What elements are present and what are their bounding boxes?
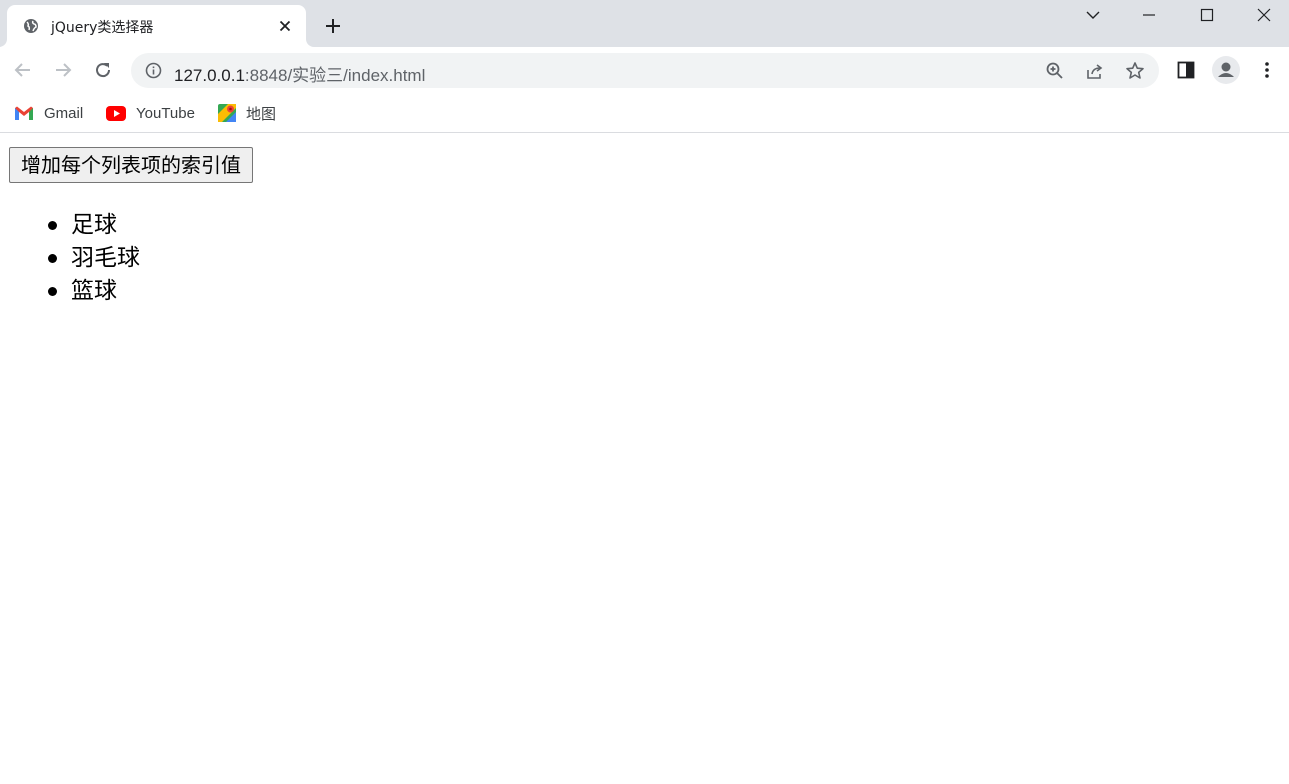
new-tab-plus-icon[interactable] bbox=[322, 15, 344, 37]
site-info-icon[interactable] bbox=[145, 62, 162, 79]
globe-icon bbox=[24, 19, 38, 33]
bookmark-star-icon[interactable] bbox=[1124, 60, 1146, 82]
list-item: 篮球 bbox=[48, 275, 140, 308]
url-path: :8848/实验三/index.html bbox=[244, 66, 426, 85]
list-bullet bbox=[48, 254, 57, 263]
reload-icon[interactable] bbox=[91, 58, 115, 82]
page-content: 增加每个列表项的索引值 足球 羽毛球 篮球 bbox=[0, 134, 1289, 784]
list-item-text: 足球 bbox=[71, 212, 117, 238]
bookmark-label: Gmail bbox=[44, 104, 84, 122]
bookmark-youtube[interactable]: YouTube bbox=[106, 101, 195, 125]
gmail-icon bbox=[15, 106, 33, 120]
url-text[interactable]: 127.0.0.1:8848/实验三/index.html bbox=[174, 61, 425, 86]
list-item-text: 篮球 bbox=[71, 278, 117, 304]
bookmarks-bar: Gmail YouTube 地图 bbox=[0, 93, 1289, 133]
bookmark-label: YouTube bbox=[136, 104, 195, 122]
url-host: 127.0.0.1 bbox=[174, 66, 245, 85]
minimize-window-icon[interactable] bbox=[1120, 0, 1178, 30]
browser-tab[interactable]: jQuery类选择器 bbox=[7, 5, 306, 47]
browser-toolbar: 127.0.0.1:8848/实验三/index.html bbox=[0, 47, 1289, 93]
youtube-icon bbox=[106, 105, 126, 121]
close-tab-icon[interactable] bbox=[277, 18, 293, 34]
bookmark-label: 地图 bbox=[246, 105, 277, 123]
more-vert-menu-icon[interactable] bbox=[1255, 58, 1279, 82]
side-panel-icon[interactable] bbox=[1174, 58, 1198, 82]
sports-list: 足球 羽毛球 篮球 bbox=[48, 209, 140, 308]
close-window-icon[interactable] bbox=[1235, 0, 1289, 30]
tab-search-chevron-down-icon[interactable] bbox=[1064, 0, 1122, 30]
zoom-in-icon[interactable] bbox=[1044, 60, 1066, 82]
bookmark-maps[interactable]: 地图 bbox=[218, 101, 276, 125]
add-index-button[interactable]: 增加每个列表项的索引值 bbox=[9, 147, 253, 183]
back-arrow-icon[interactable] bbox=[11, 58, 35, 82]
list-item-text: 羽毛球 bbox=[71, 245, 140, 271]
bookmark-gmail[interactable]: Gmail bbox=[14, 101, 83, 125]
list-item: 羽毛球 bbox=[48, 242, 140, 275]
maximize-window-icon[interactable] bbox=[1178, 0, 1236, 30]
forward-arrow-icon[interactable] bbox=[51, 58, 75, 82]
address-bar[interactable]: 127.0.0.1:8848/实验三/index.html bbox=[131, 53, 1159, 88]
tab-strip: jQuery类选择器 bbox=[0, 0, 1289, 47]
list-bullet bbox=[48, 221, 57, 230]
list-item: 足球 bbox=[48, 209, 140, 242]
maps-icon bbox=[218, 104, 236, 122]
profile-avatar-icon[interactable] bbox=[1212, 56, 1240, 84]
list-bullet bbox=[48, 287, 57, 296]
tab-title: jQuery类选择器 bbox=[51, 20, 154, 36]
share-icon[interactable] bbox=[1084, 60, 1106, 82]
